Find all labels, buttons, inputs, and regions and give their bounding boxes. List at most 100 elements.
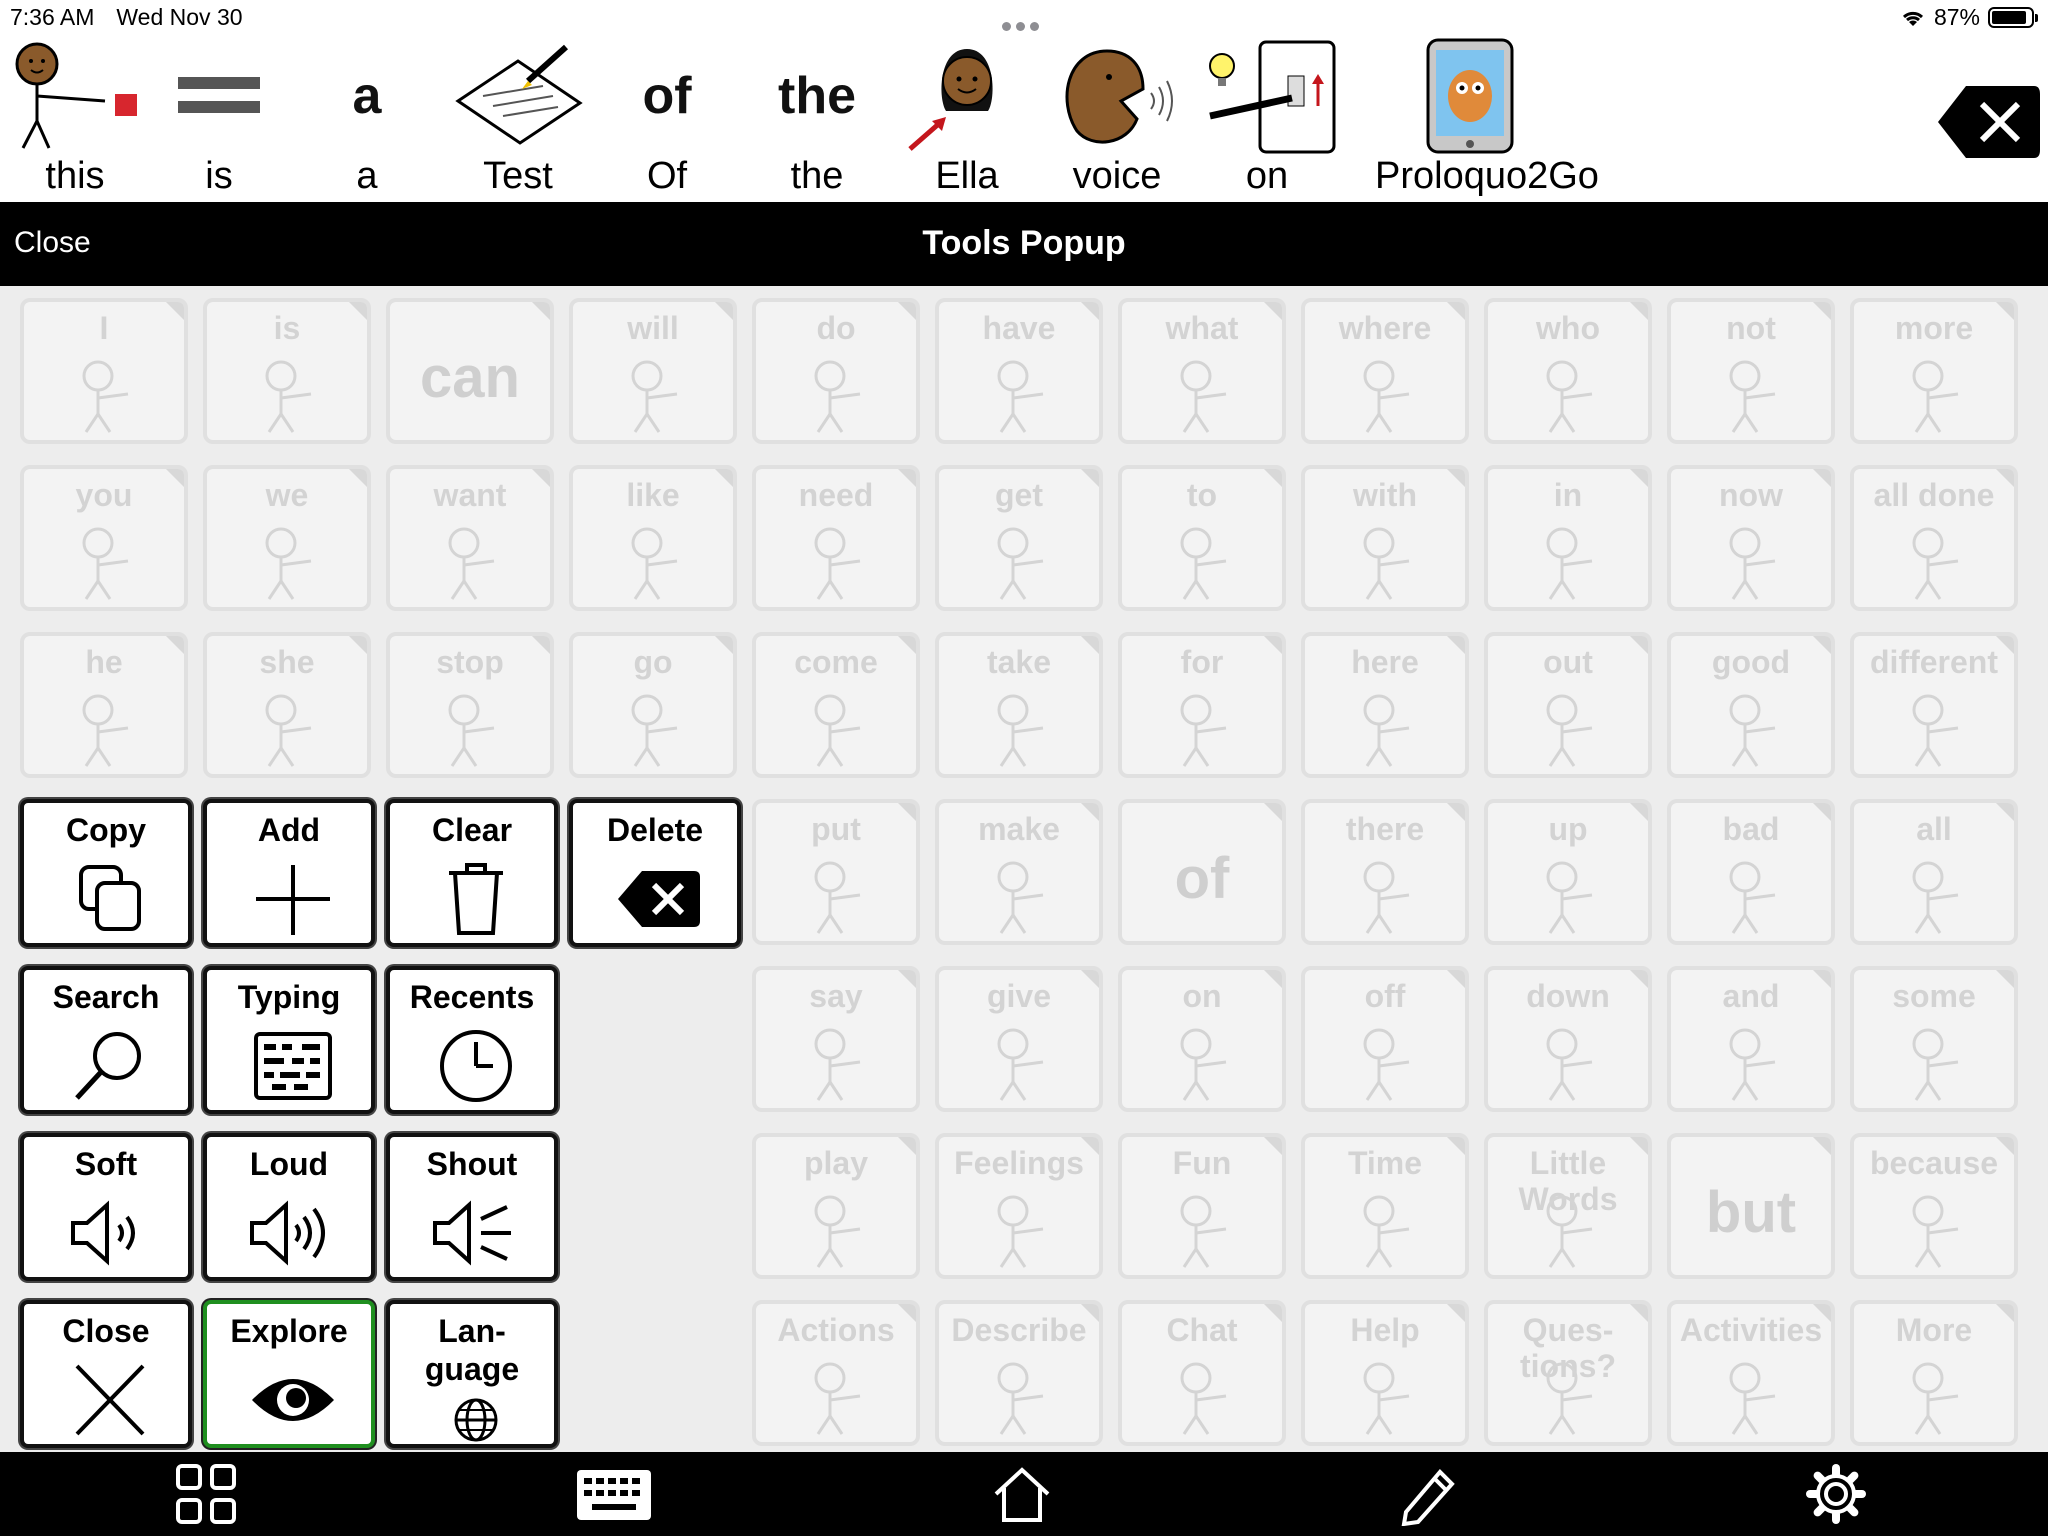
vocab-cell-label: is [273,310,301,346]
tool-copy-button[interactable]: Copy [20,799,192,947]
keyboard-icon [577,1470,651,1520]
vocab-cell-label: we [265,477,309,513]
message-word-a[interactable]: a a [292,36,442,202]
vocab-cell: I [20,298,188,444]
battery-icon [1988,7,2038,28]
tool-close-button[interactable]: Close [20,1300,192,1448]
vocab-symbol-icon [814,1195,861,1268]
grid-button[interactable] [174,1462,238,1526]
clock-icon [431,1026,521,1106]
vocab-cell-label: need [798,477,874,513]
multitasking-dots[interactable] [1002,18,1044,36]
speaker-soft-icon [65,1193,155,1273]
vocab-cell: who [1484,298,1652,444]
vocab-cell-label: off [1364,978,1406,1014]
vocab-symbol-icon [1912,360,1959,433]
vocab-symbol-icon [265,527,312,600]
vocab-symbol-icon [1546,861,1593,934]
vocab-cell: some [1850,966,2018,1112]
tool-label: Typing [237,979,341,1015]
message-word-test[interactable]: Test [443,36,593,202]
vocab-cell-label: down [1526,978,1610,1014]
vocab-cell-label: say [809,978,863,1014]
keyboard-icon [248,1026,338,1106]
vocab-symbol-icon [997,1362,1044,1435]
speaker-loud-icon [248,1193,338,1273]
vocab-symbol-icon [1180,527,1227,600]
vocab-symbol-icon [1729,694,1776,767]
vocab-symbol-icon [997,694,1044,767]
tool-shout-button[interactable]: Shout [386,1133,558,1281]
grid-icon [176,1464,236,1524]
tool-soft-button[interactable]: Soft [20,1133,192,1281]
tool-clear-button[interactable]: Clear [386,799,558,947]
tool-add-button[interactable]: Add [203,799,375,947]
tool-loud-button[interactable]: Loud [203,1133,375,1281]
clear-message-button[interactable] [1936,84,2042,160]
vocab-cell: Feelings [935,1133,1103,1279]
vocab-cell: Ques-tions? [1484,1300,1652,1446]
vocab-symbol-icon [1180,694,1227,767]
vocab-cell: and [1667,966,1835,1112]
vocab-cell-label: Chat [1166,1312,1238,1348]
vocab-symbol-icon [1546,527,1593,600]
vocab-cell-label: different [1870,644,1998,680]
home-icon [994,1467,1050,1522]
vocab-symbol-icon [1180,360,1227,433]
vocab-symbol-icon [814,861,861,934]
plus-icon [248,859,338,939]
vocab-cell-label: make [978,811,1060,847]
vocab-symbol-icon [1546,1028,1593,1101]
vocab-cell: get [935,465,1103,611]
message-word-voice[interactable]: voice [1042,36,1192,202]
trash-icon [431,859,521,939]
home-button[interactable] [990,1462,1054,1526]
vocab-symbol-icon [1912,1362,1959,1435]
vocab-symbol-icon [1912,694,1959,767]
popup-header: Close Tools Popup [0,202,2048,286]
vocab-symbol-icon [82,360,129,433]
vocab-cell: want [386,465,554,611]
vocab-cell-label: more [1894,310,1974,346]
tool-typing-button[interactable]: Typing [203,966,375,1114]
vocab-symbol-icon [814,1362,861,1435]
vocab-cell-label: can [420,345,520,410]
vocab-cell-label: want [433,477,507,513]
message-word-ella[interactable]: Ella [892,36,1042,202]
message-word-of[interactable]: of Of [592,36,742,202]
settings-button[interactable] [1804,1462,1868,1526]
vocab-cell: take [935,632,1103,778]
message-word-on[interactable]: on [1192,36,1342,202]
vocab-symbol-icon [631,360,678,433]
vocab-cell: on [1118,966,1286,1112]
vocab-cell-label: More [1895,1312,1973,1348]
tool-label: Loud [249,1146,329,1182]
eye-icon [248,1360,338,1440]
vocab-cell-label: like [626,477,680,513]
tool-label: Clear [431,812,513,848]
vocab-symbol-icon [1729,360,1776,433]
vocab-cell: off [1301,966,1469,1112]
pencil-icon [1401,1469,1455,1527]
keyboard-button[interactable] [574,1462,654,1526]
edit-button[interactable] [1396,1462,1460,1527]
tool-recents-button[interactable]: Recents [386,966,558,1114]
message-word-the[interactable]: the the [742,36,892,202]
vocab-cell-label: not [1726,310,1776,346]
tool-explore-button[interactable]: Explore [203,1300,375,1448]
message-bar[interactable]: this is a a Test of Of the the Ella voic… [0,36,2048,202]
tool-search-button[interactable]: Search [20,966,192,1114]
message-word-proloquo2go[interactable]: Proloquo2Go [1375,36,1599,202]
vocab-cell: bad [1667,799,1835,945]
tool-label: Explore [230,1313,348,1349]
vocab-cell: give [935,966,1103,1112]
tool-language-button[interactable]: Lan- guage [386,1300,558,1448]
vocab-symbol-icon [1363,1362,1410,1435]
tool-delete-button[interactable]: Delete [569,799,741,947]
vocab-cell-label: because [1869,1145,1999,1181]
vocab-cell-label: where [1338,310,1432,346]
vocab-cell: Activities [1667,1300,1835,1446]
vocab-cell: is [203,298,371,444]
vocab-cell-label: Help [1350,1312,1420,1348]
vocab-symbol-icon [265,694,312,767]
